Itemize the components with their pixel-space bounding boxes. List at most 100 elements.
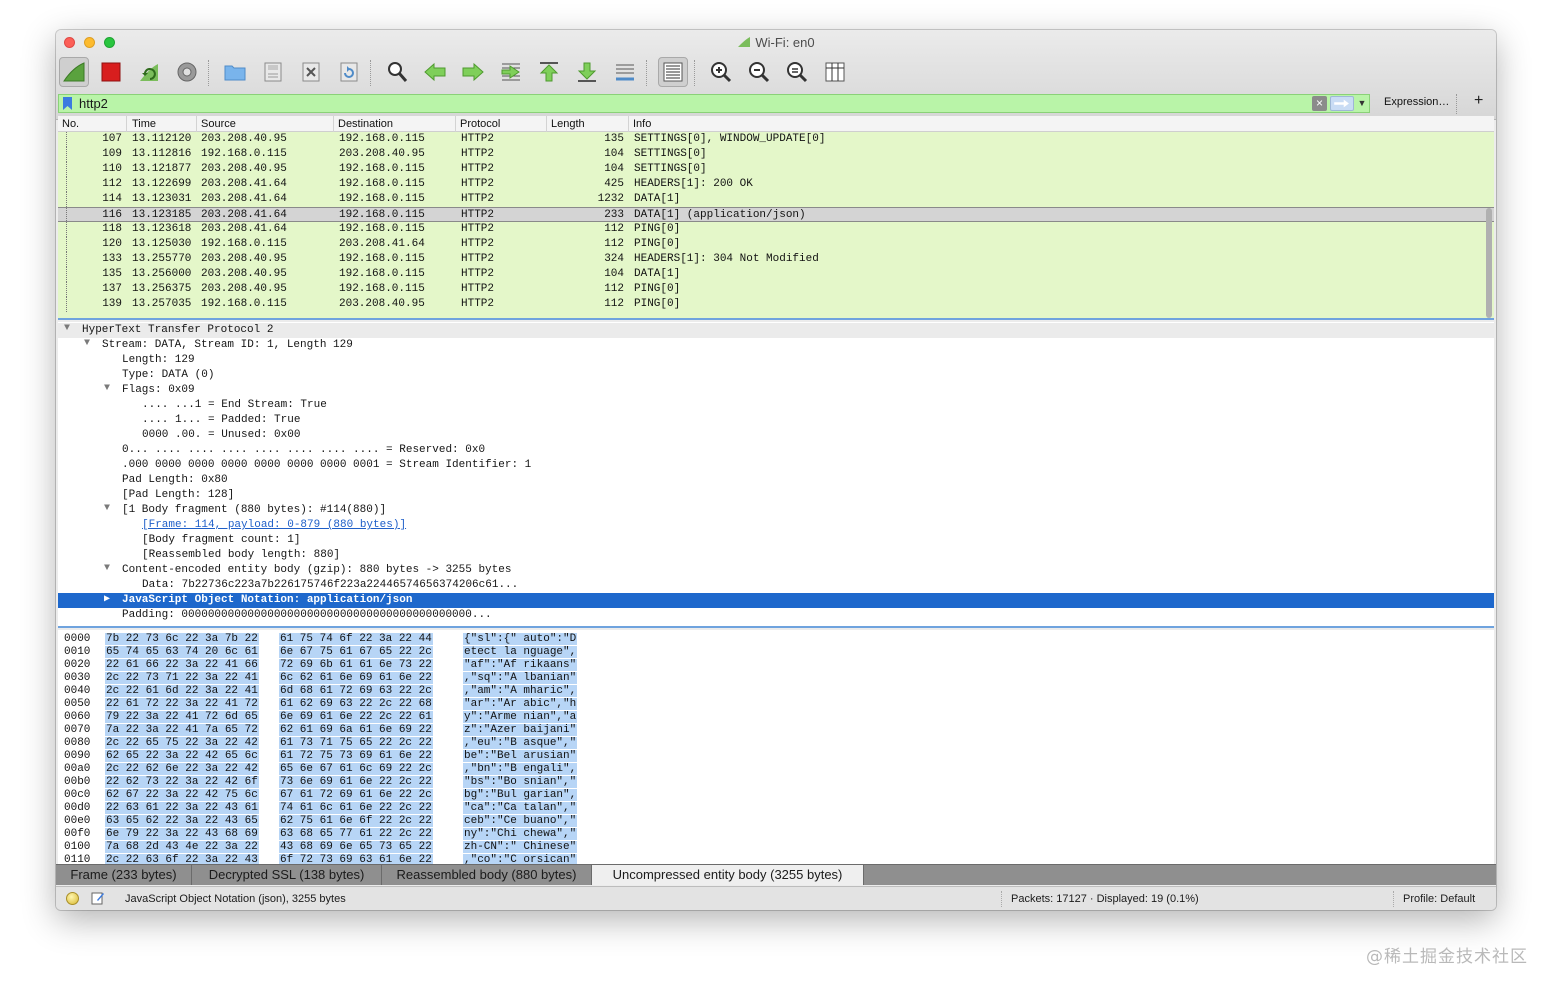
hex-bytes-left[interactable]: 7a 22 3a 22 41 7a 65 72 [105, 724, 259, 736]
collapsed-arrow-icon[interactable]: ▶ [104, 593, 114, 605]
ascii-text[interactable]: "ca":"Ca talan"," [463, 802, 578, 814]
zoom-normal-icon[interactable] [782, 57, 812, 87]
go-first-packet-icon[interactable] [534, 57, 564, 87]
hex-bytes-left[interactable]: 2c 22 63 6f 22 3a 22 43 [105, 854, 259, 864]
column-destination[interactable]: Destination [338, 118, 393, 130]
packet-row[interactable]: 135 13.256000 203.208.40.95 192.168.0.115 HT… [58, 267, 1494, 282]
hex-bytes-left[interactable]: 22 61 72 22 3a 22 41 72 [105, 698, 259, 710]
hex-bytes-left[interactable]: 7a 68 2d 43 4e 22 3a 22 [105, 841, 259, 853]
detail-tree-item[interactable]: 0... .... .... .... .... .... .... .... … [58, 443, 1494, 458]
column-source[interactable]: Source [201, 118, 236, 130]
ascii-text[interactable]: {"sl":{" auto":"D [463, 633, 578, 645]
hex-bytes-right[interactable]: 73 6e 69 61 6e 22 2c 22 [279, 776, 433, 788]
packet-row[interactable]: 107 13.112120 203.208.40.95 192.168.0.115 HT… [58, 132, 1494, 147]
hex-bytes-right[interactable]: 61 75 74 6f 22 3a 22 44 [279, 633, 433, 645]
capture-options-icon[interactable] [172, 57, 202, 87]
packet-row[interactable]: 133 13.255770 203.208.40.95 192.168.0.115 HT… [58, 252, 1494, 267]
ascii-text[interactable]: bg":"Bul garian", [463, 789, 578, 801]
detail-tree-item[interactable]: ▼ HyperText Transfer Protocol 2 [58, 323, 1494, 338]
hex-bytes-right[interactable]: 6e 69 61 6e 22 2c 22 61 [279, 711, 433, 723]
profile-selector[interactable]: Profile: Default [1403, 893, 1475, 905]
detail-tree-item[interactable]: [Pad Length: 128] [58, 488, 1494, 503]
tab-frame[interactable]: Frame (233 bytes) [56, 865, 192, 885]
detail-tree-item[interactable]: ▼ Flags: 0x09 [58, 383, 1494, 398]
go-forward-icon[interactable] [458, 57, 488, 87]
packet-list[interactable]: No. Time Source Destination Protocol Len… [58, 116, 1494, 320]
detail-tree-item[interactable]: [Body fragment count: 1] [58, 533, 1494, 548]
packet-row[interactable]: 112 13.122699 203.208.41.64 192.168.0.115 HT… [58, 177, 1494, 192]
detail-tree-item[interactable]: ▼ Stream: DATA, Stream ID: 1, Length 129 [58, 338, 1494, 353]
hex-bytes-right[interactable]: 43 68 69 6e 65 73 65 22 [279, 841, 433, 853]
hex-bytes-right[interactable]: 67 61 72 69 61 6e 22 2c [279, 789, 433, 801]
colorize-icon[interactable] [658, 57, 688, 87]
stop-capture-icon[interactable] [96, 57, 126, 87]
save-file-icon[interactable] [258, 57, 288, 87]
packet-row[interactable]: 118 13.123618 203.208.41.64 192.168.0.115 HT… [58, 222, 1494, 237]
hex-bytes-left[interactable]: 2c 22 61 6d 22 3a 22 41 [105, 685, 259, 697]
detail-tree-item[interactable]: ▼ [1 Body fragment (880 bytes): #114(880)… [58, 503, 1494, 518]
expanded-arrow-icon[interactable]: ▼ [104, 383, 114, 394]
hex-bytes-right[interactable]: 6c 62 61 6e 69 61 6e 22 [279, 672, 433, 684]
reload-file-icon[interactable] [334, 57, 364, 87]
detail-tree-item[interactable]: .... 1... = Padded: True [58, 413, 1494, 428]
packet-row[interactable]: 110 13.121877 203.208.40.95 192.168.0.115 HT… [58, 162, 1494, 177]
ascii-text[interactable]: ,"eu":"B asque"," [463, 737, 578, 749]
packet-bytes-pane[interactable]: 0000 7b 22 73 6c 22 3a 7b 22 61 75 74 6f 2… [58, 630, 1494, 864]
ascii-text[interactable]: "bs":"Bo snian"," [463, 776, 578, 788]
packet-row[interactable]: 120 13.125030 192.168.0.115 203.208.41.64 HT… [58, 237, 1494, 252]
tab-reassembled-body[interactable]: Reassembled body (880 bytes) [382, 865, 592, 885]
packet-row[interactable]: 137 13.256375 203.208.40.95 192.168.0.115 HT… [58, 282, 1494, 297]
column-protocol[interactable]: Protocol [460, 118, 500, 130]
column-time[interactable]: Time [132, 118, 156, 130]
packet-row[interactable]: 109 13.112816 192.168.0.115 203.208.40.95 HT… [58, 147, 1494, 162]
packet-details-tree[interactable]: ▼ HyperText Transfer Protocol 2 ▼ Stream: D… [58, 322, 1494, 628]
zoom-in-icon[interactable] [706, 57, 736, 87]
resize-columns-icon[interactable] [820, 57, 850, 87]
go-back-icon[interactable] [420, 57, 450, 87]
detail-tree-item[interactable]: Length: 129 [58, 353, 1494, 368]
filter-bookmark-icon[interactable] [63, 97, 72, 110]
filter-history-dropdown[interactable]: ▼ [1356, 96, 1368, 111]
hex-bytes-left[interactable]: 22 62 73 22 3a 22 42 6f [105, 776, 259, 788]
hex-bytes-left[interactable]: 6e 79 22 3a 22 43 68 69 [105, 828, 259, 840]
hex-bytes-left[interactable]: 2c 22 73 71 22 3a 22 41 [105, 672, 259, 684]
hex-bytes-right[interactable]: 72 69 6b 61 61 6e 73 22 [279, 659, 433, 671]
hex-bytes-right[interactable]: 61 72 75 73 69 61 6e 22 [279, 750, 433, 762]
hex-bytes-right[interactable]: 74 61 6c 61 6e 22 2c 22 [279, 802, 433, 814]
detail-tree-item[interactable]: .000 0000 0000 0000 0000 0000 0000 0001 … [58, 458, 1494, 473]
auto-scroll-icon[interactable] [610, 57, 640, 87]
close-file-icon[interactable] [296, 57, 326, 87]
add-filter-button[interactable]: + [1474, 92, 1483, 110]
packet-row[interactable]: 139 13.257035 192.168.0.115 203.208.40.95 HT… [58, 297, 1494, 312]
ascii-text[interactable]: etect la nguage", [463, 646, 578, 658]
ascii-text[interactable]: ,"am":"A mharic", [463, 685, 578, 697]
hex-bytes-left[interactable]: 2c 22 62 6e 22 3a 22 42 [105, 763, 259, 775]
ascii-text[interactable]: y":"Arme nian","a [463, 711, 578, 723]
hex-bytes-right[interactable]: 61 73 71 75 65 22 2c 22 [279, 737, 433, 749]
hex-bytes-right[interactable]: 65 6e 67 61 6c 69 22 2c [279, 763, 433, 775]
hex-bytes-right[interactable]: 61 62 69 63 22 2c 22 68 [279, 698, 433, 710]
ascii-text[interactable]: ,"bn":"B engali", [463, 763, 578, 775]
ascii-text[interactable]: ny":"Chi chewa"," [463, 828, 578, 840]
column-no[interactable]: No. [62, 118, 79, 130]
ascii-text[interactable]: ,"sq":"A lbanian" [463, 672, 578, 684]
tab-decrypted-ssl[interactable]: Decrypted SSL (138 bytes) [192, 865, 382, 885]
tab-uncompressed-body[interactable]: Uncompressed entity body (3255 bytes) [592, 865, 864, 885]
ascii-text[interactable]: "ar":"Ar abic","h [463, 698, 578, 710]
column-length[interactable]: Length [551, 118, 585, 130]
find-packet-icon[interactable] [382, 57, 412, 87]
hex-bytes-right[interactable]: 62 75 61 6e 6f 22 2c 22 [279, 815, 433, 827]
detail-tree-item[interactable]: ▼ Content-encoded entity body (gzip): 880… [58, 563, 1494, 578]
hex-bytes-right[interactable]: 6d 68 61 72 69 63 22 2c [279, 685, 433, 697]
hex-bytes-left[interactable]: 63 65 62 22 3a 22 43 65 [105, 815, 259, 827]
ascii-text[interactable]: ,"co":"C orsican" [463, 854, 578, 864]
clear-filter-icon[interactable]: × [1312, 96, 1327, 111]
hex-bytes-right[interactable]: 6e 67 75 61 67 65 22 2c [279, 646, 433, 658]
edit-comment-icon[interactable] [91, 891, 105, 905]
packet-row[interactable]: 114 13.123031 203.208.41.64 192.168.0.115 HT… [58, 192, 1494, 207]
open-file-icon[interactable] [220, 57, 250, 87]
detail-tree-item[interactable]: [Frame: 114, payload: 0-879 (880 bytes)] [58, 518, 1494, 533]
ascii-text[interactable]: zh-CN":" Chinese" [463, 841, 578, 853]
packet-list-scrollbar[interactable] [1486, 208, 1492, 318]
hex-bytes-right[interactable]: 63 68 65 77 61 22 2c 22 [279, 828, 433, 840]
